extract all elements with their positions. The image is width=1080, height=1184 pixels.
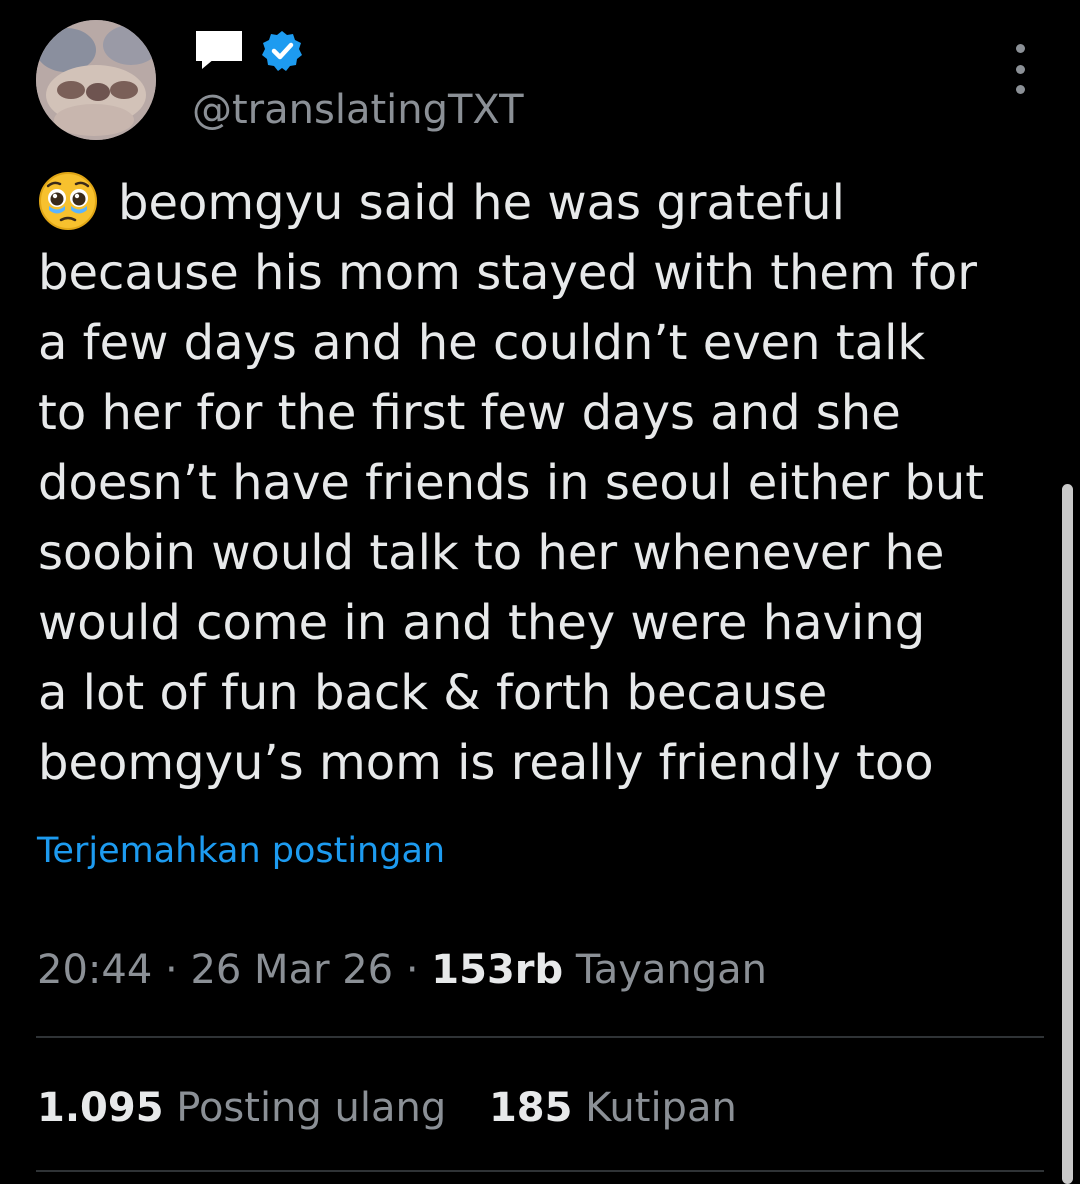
reposts-count: 1.095 xyxy=(37,1085,164,1131)
tweet-line: to her for the first few days and she xyxy=(38,385,901,441)
views-count[interactable]: 153rb xyxy=(431,947,563,993)
tweet-line: because his mom stayed with them for xyxy=(38,245,977,301)
author-handle[interactable]: @translatingTXT xyxy=(192,84,524,136)
tweet-line-text: beomgyu said he was grateful xyxy=(118,175,845,231)
tweet-line: a few days and he couldn’t even talk xyxy=(38,315,926,371)
meta-separator: · xyxy=(405,947,419,993)
tweet-line: beomgyu said he was grateful xyxy=(38,168,1038,238)
tweet-line: a lot of fun back & forth because xyxy=(38,665,828,721)
post-stats: 1.095 Posting ulang 185 Kutipan xyxy=(37,1082,737,1134)
scrollbar[interactable] xyxy=(1062,484,1073,1184)
tweet-line: doesn’t have friends in seoul either but xyxy=(38,455,985,511)
quotes-stat[interactable]: 185 Kutipan xyxy=(489,1085,737,1131)
more-options-button[interactable] xyxy=(1004,44,1036,94)
post-date[interactable]: 26 Mar 26 xyxy=(190,947,393,993)
more-dot-icon xyxy=(1015,64,1025,74)
views-label[interactable]: Tayangan xyxy=(576,947,767,993)
post-meta: 20:44 · 26 Mar 26 · 153rb Tayangan xyxy=(37,944,767,996)
quotes-count: 185 xyxy=(488,1085,573,1131)
verified-badge-icon xyxy=(262,31,302,71)
meta-separator: · xyxy=(165,947,178,993)
white-square-emoji-icon xyxy=(196,31,242,69)
tweet-line: beomgyu’s mom is really friendly too xyxy=(38,735,934,791)
tweet-line: soobin would talk to her whenever he xyxy=(38,525,945,581)
post-time[interactable]: 20:44 xyxy=(37,947,152,993)
tweet-line: would come in and they were having xyxy=(38,595,926,651)
translate-post-link[interactable]: Terjemahkan postingan xyxy=(37,828,445,874)
divider xyxy=(36,1036,1044,1038)
reposts-stat[interactable]: 1.095 Posting ulang xyxy=(37,1085,446,1131)
more-dot-icon xyxy=(1015,85,1025,94)
divider xyxy=(36,1170,1044,1172)
author-name-row[interactable] xyxy=(194,28,304,74)
avatar[interactable] xyxy=(36,20,156,140)
reposts-label: Posting ulang xyxy=(176,1085,447,1131)
pleading-face-with-tears-icon xyxy=(39,172,97,230)
avatar-image xyxy=(36,20,156,140)
quotes-label: Kutipan xyxy=(585,1085,737,1131)
tweet-text: beomgyu said he was grateful because his… xyxy=(38,168,1038,798)
more-dot-icon xyxy=(1015,44,1025,53)
